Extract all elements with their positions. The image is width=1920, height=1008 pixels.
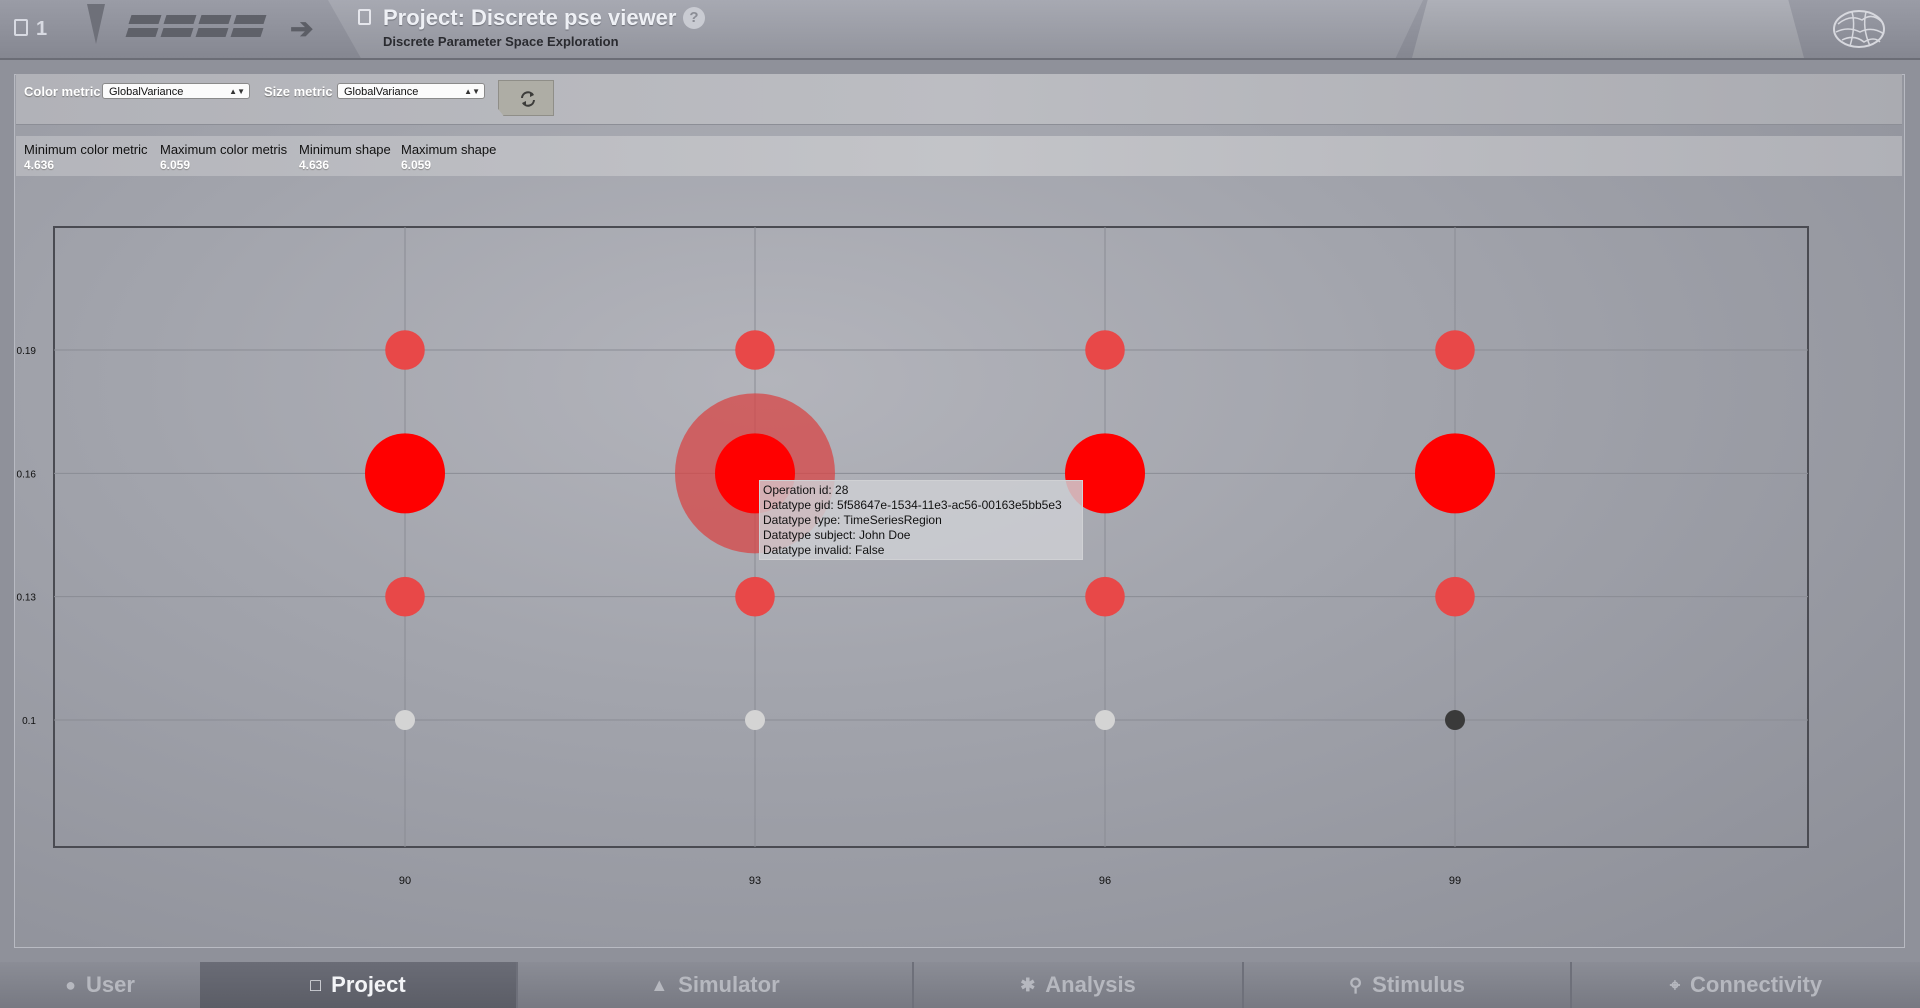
tab-label: Project: [331, 972, 406, 997]
data-point[interactable]: [1415, 433, 1495, 514]
operation-tooltip: Operation id: 28 Datatype gid: 5f58647e-…: [759, 480, 1083, 560]
rocket-icon: ▲: [650, 975, 669, 995]
tab-label: Analysis: [1045, 972, 1136, 997]
tab-connectivity[interactable]: ⌖ Connectivity: [1572, 962, 1920, 1008]
data-point[interactable]: [1445, 710, 1465, 730]
data-point[interactable]: [735, 330, 775, 370]
connectivity-icon: ⌖: [1669, 975, 1681, 995]
tab-user[interactable]: ● User: [0, 962, 200, 1008]
gear-icon: ✱: [1020, 975, 1036, 995]
tab-stimulus[interactable]: ⚲ Stimulus: [1244, 962, 1570, 1008]
user-icon: ●: [65, 975, 76, 995]
data-point[interactable]: [385, 330, 425, 370]
location-pin-icon: ⚲: [1348, 975, 1363, 995]
tooltip-datatype-subject: Datatype subject: John Doe: [763, 528, 911, 542]
data-point[interactable]: [745, 710, 765, 730]
x-tick-label: 93: [749, 875, 761, 887]
data-point[interactable]: [385, 576, 425, 617]
tab-label: Simulator: [678, 972, 780, 997]
data-point[interactable]: [735, 576, 775, 617]
x-tick-label: 96: [1099, 875, 1111, 887]
tab-label: User: [85, 972, 135, 997]
x-tick-label: 90: [399, 875, 411, 887]
data-point[interactable]: [365, 433, 445, 514]
tooltip-operation-id: Operation id: 28: [763, 483, 849, 497]
document-icon: □: [310, 975, 322, 995]
y-tick-label: 0.1: [22, 716, 36, 727]
data-point[interactable]: [395, 710, 415, 730]
tab-analysis[interactable]: ✱ Analysis: [914, 962, 1242, 1008]
data-point[interactable]: [1085, 576, 1125, 617]
tab-label: Connectivity: [1690, 972, 1823, 997]
y-tick-label: 0.13: [17, 593, 37, 604]
tab-project[interactable]: □ Project: [200, 962, 516, 1008]
data-point[interactable]: [1085, 330, 1125, 370]
data-point[interactable]: [1435, 330, 1475, 370]
y-tick-label: 0.16: [17, 469, 37, 480]
data-point[interactable]: [1435, 576, 1475, 617]
tooltip-datatype-gid: Datatype gid: 5f58647e-1534-11e3-ac56-00…: [763, 498, 1062, 512]
y-tick-label: 0.19: [17, 346, 37, 357]
tooltip-datatype-type: Datatype type: TimeSeriesRegion: [763, 513, 942, 527]
tab-simulator[interactable]: ▲ Simulator: [518, 962, 912, 1008]
tab-label: Stimulus: [1372, 972, 1466, 997]
x-tick-label: 99: [1449, 875, 1461, 887]
data-point[interactable]: [1095, 710, 1115, 730]
tooltip-datatype-invalid: Datatype invalid: False: [763, 543, 885, 557]
